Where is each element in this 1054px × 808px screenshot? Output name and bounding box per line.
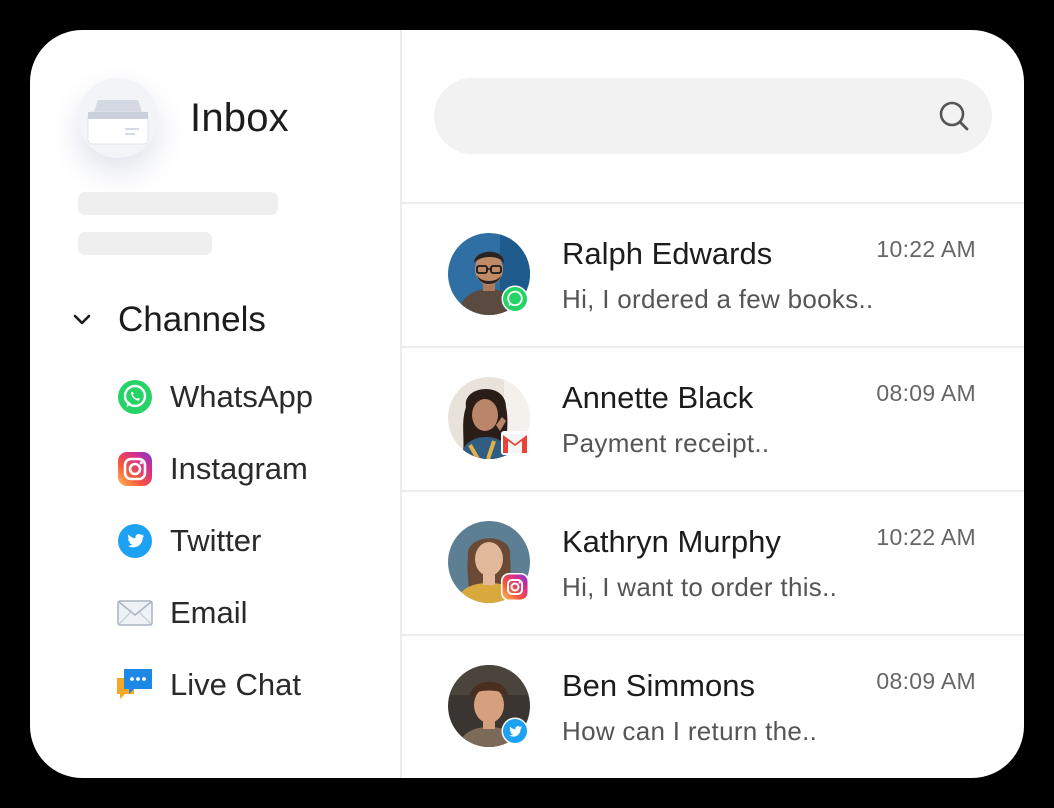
gmail-icon (500, 428, 530, 458)
contact-name: Kathryn Murphy (562, 524, 781, 559)
whatsapp-icon (116, 378, 154, 416)
channel-label: Live Chat (170, 667, 301, 702)
conversation-item[interactable]: Annette Black Payment receipt.. 08:09 AM (402, 348, 1024, 490)
message-preview: Hi, I want to order this.. (562, 572, 838, 602)
message-time: 08:09 AM (876, 380, 976, 406)
inbox-window: Inbox Channels WhatsApp Instagram Twitte… (30, 30, 1024, 778)
message-preview: Hi, I ordered a few books.. (562, 284, 874, 314)
message-preview: How can I return the.. (562, 716, 818, 746)
sidebar: Inbox Channels WhatsApp Instagram Twitte… (30, 30, 402, 778)
message-time: 10:22 AM (876, 236, 976, 262)
twitter-icon (116, 522, 154, 560)
conversation-panel: Ralph Edwards Hi, I ordered a few books.… (402, 30, 1024, 778)
contact-name: Ben Simmons (562, 668, 755, 703)
page-title: Inbox (190, 96, 289, 140)
channel-item-email[interactable]: Email (116, 591, 248, 635)
conversation-item[interactable]: Ralph Edwards Hi, I ordered a few books.… (402, 204, 1024, 346)
channel-label: Email (170, 595, 248, 630)
envelope-icon (116, 594, 154, 632)
search-icon[interactable] (936, 98, 972, 134)
twitter-icon (500, 716, 530, 746)
search-input[interactable] (464, 78, 908, 156)
contact-name: Annette Black (562, 380, 754, 415)
channel-item-twitter[interactable]: Twitter (116, 519, 261, 563)
instagram-icon (116, 450, 154, 488)
chevron-down-icon (68, 306, 96, 334)
channel-item-whatsapp[interactable]: WhatsApp (116, 375, 313, 419)
placeholder-bar (78, 232, 212, 255)
live-chat-icon (116, 666, 154, 704)
conversation-item[interactable]: Kathryn Murphy Hi, I want to order this.… (402, 492, 1024, 634)
channel-item-instagram[interactable]: Instagram (116, 447, 308, 491)
channels-section-toggle[interactable]: Channels (68, 298, 266, 342)
message-time: 08:09 AM (876, 668, 976, 694)
instagram-icon (500, 572, 530, 602)
channel-item-live-chat[interactable]: Live Chat (116, 663, 301, 707)
search-bar (434, 78, 992, 156)
channel-label: WhatsApp (170, 379, 314, 414)
message-time: 10:22 AM (876, 524, 976, 550)
conversation-item[interactable]: Ben Simmons How can I return the.. 08:09… (402, 636, 1024, 778)
whatsapp-icon (500, 284, 530, 314)
channel-label: Instagram (170, 451, 308, 486)
inbox-tray-icon (78, 78, 158, 158)
channels-title: Channels (118, 300, 266, 339)
placeholder-bar (78, 192, 278, 215)
contact-name: Ralph Edwards (562, 236, 773, 271)
channel-label: Twitter (170, 523, 262, 558)
message-preview: Payment receipt.. (562, 428, 770, 458)
